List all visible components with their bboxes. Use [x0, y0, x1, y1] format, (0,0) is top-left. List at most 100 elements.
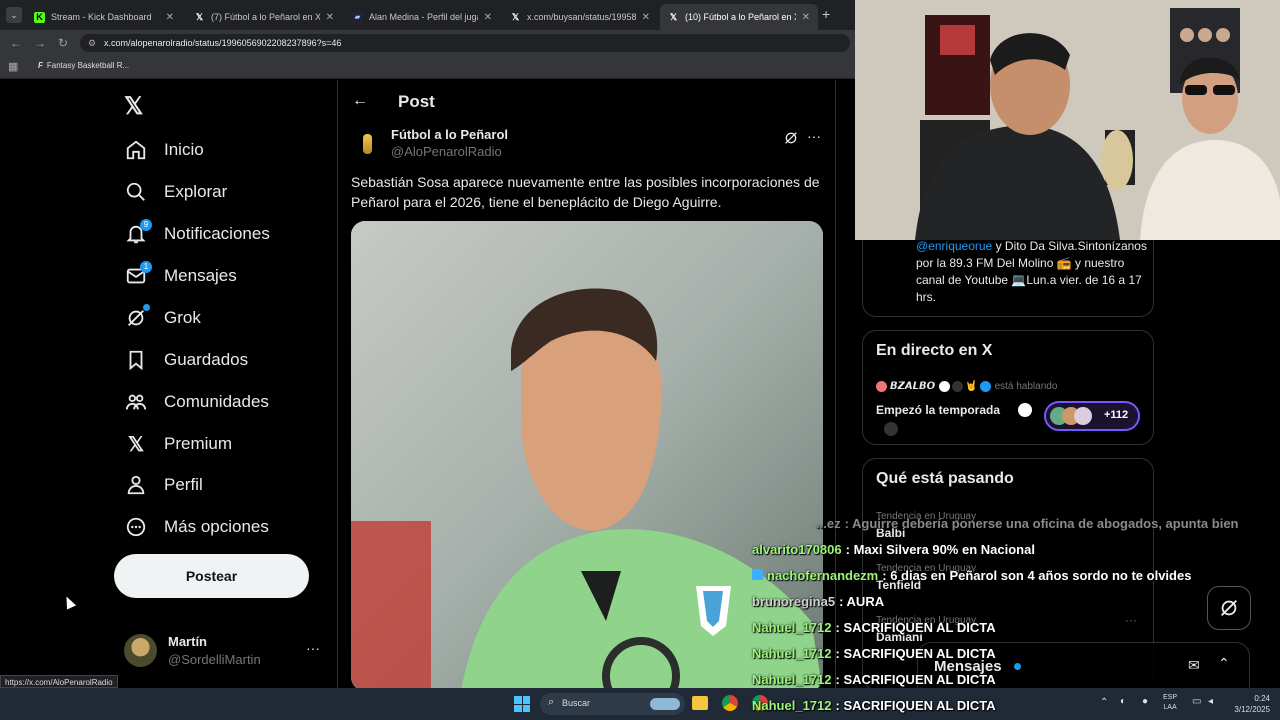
mail-icon: 1 — [124, 261, 152, 288]
close-tab-icon[interactable]: ✕ — [484, 12, 492, 23]
nav-item-premium[interactable]: 𝕏 Premium — [124, 429, 232, 459]
post-image[interactable] — [351, 221, 823, 688]
file-explorer-icon[interactable] — [692, 696, 708, 710]
bookmark-item[interactable]: F Fantasy Basketball R... — [38, 61, 129, 70]
more-icon[interactable]: ··· — [1125, 613, 1137, 627]
nav-item-explorar[interactable]: Explorar — [124, 177, 227, 207]
browser-tab[interactable]: ▰ Alan Medina - Perfil del jugado ✕ — [344, 4, 500, 30]
close-tab-icon[interactable]: ✕ — [166, 12, 174, 23]
account-switcher[interactable]: Martín @SordelliMartin ··· — [124, 632, 324, 672]
chat-message: Nahuel_1712: SACRIFIQUEN AL DICTA — [752, 672, 996, 687]
address-bar-row: ← → ↻ ⚙ x.com/alopenarolradio/status/199… — [0, 30, 855, 55]
listeners-pill[interactable]: +112 — [1044, 401, 1140, 431]
more-icon[interactable]: ··· — [807, 128, 821, 144]
space-title[interactable]: Empezó la temporada — [876, 403, 1000, 417]
link-status-bar: https://x.com/AloPenarolRadio — [0, 675, 118, 688]
post-button[interactable]: Postear — [114, 554, 309, 598]
streamer-webcam — [855, 0, 1280, 240]
language-indicator[interactable]: ESP LAA — [1163, 693, 1177, 713]
home-icon — [124, 138, 148, 162]
browser-tab[interactable]: K Stream - Kick Dashboard ✕ — [26, 4, 182, 30]
windows-logo-tile — [514, 696, 522, 704]
windows-logo-tile — [522, 704, 530, 712]
chat-username: Nahuel_1712 — [752, 646, 832, 661]
nav-item-guardados[interactable]: Guardados — [124, 345, 248, 375]
browser-tab[interactable]: 𝕏 (7) Fútbol a lo Peñarol en X: "Al ✕ — [186, 4, 342, 30]
clock[interactable]: 0:24 3/12/2025 — [1228, 693, 1270, 715]
chat-message: brunoregina5: AURA — [752, 594, 884, 609]
post-author-row: Fútbol a lo Peñarol @AloPenarolRadio ··· — [351, 126, 831, 162]
apps-icon[interactable]: ▦ — [8, 60, 18, 73]
reload-icon[interactable]: ↻ — [58, 36, 68, 50]
author-name[interactable]: Fútbol a lo Peñarol — [391, 127, 508, 142]
search-highlight-icon — [650, 698, 680, 710]
url-field[interactable]: ⚙ x.com/alopenarolradio/status/199605690… — [80, 34, 850, 52]
mouse-cursor-icon — [61, 594, 77, 610]
more-circle-icon — [124, 515, 148, 539]
x-logo-icon[interactable]: 𝕏 — [124, 92, 143, 121]
white-circle-icon — [939, 381, 951, 392]
host-avatar — [876, 381, 887, 392]
chat-badge-icon — [752, 569, 763, 580]
nav-item-grok[interactable]: Grok — [124, 303, 201, 333]
chat-message: Nahuel_1712: SACRIFIQUEN AL DICTA — [752, 620, 996, 635]
search-icon: ⌕ — [548, 696, 555, 708]
chrome-icon[interactable] — [722, 695, 738, 711]
communities-icon — [124, 390, 148, 414]
x-icon: 𝕏 — [511, 11, 520, 22]
back-icon[interactable]: ← — [10, 36, 22, 50]
start-button[interactable] — [514, 696, 530, 712]
browser-tab-active[interactable]: 𝕏 (10) Fútbol a lo Peñarol en X: "S ✕ — [660, 4, 818, 30]
site-info-icon[interactable]: ⚙ — [88, 34, 96, 52]
chat-text: : Aguirre debería ponerse una oficina de… — [844, 516, 1239, 531]
tab-list-button[interactable]: ⌄ — [6, 7, 22, 23]
more-icon[interactable]: ··· — [306, 640, 320, 656]
author-avatar[interactable] — [351, 128, 383, 160]
live-spaces-card: En directo en X 𝘽𝙕𝘼𝙇𝘽𝙊 🤘 está hablando E… — [862, 330, 1154, 445]
nav-item-inicio[interactable]: Inicio — [124, 135, 204, 165]
avatar — [124, 634, 157, 667]
tray-overflow-icon[interactable]: ⌃ — [1100, 697, 1108, 708]
nav-item-comunidades[interactable]: Comunidades — [124, 387, 269, 417]
notification-badge: 9 — [140, 219, 152, 231]
display-icon[interactable]: ▭ — [1192, 696, 1201, 707]
x-logo-icon: 𝕏 — [127, 433, 145, 456]
volume-icon[interactable]: ◂ — [1208, 696, 1213, 707]
player-photo — [351, 221, 823, 688]
author-handle[interactable]: @AloPenarolRadio — [391, 144, 502, 159]
x-icon: 𝕏 — [195, 11, 204, 22]
chat-message: alvarito170806: Maxi Silvera 90% en Naci… — [752, 542, 1035, 557]
grok-float-button[interactable] — [1207, 586, 1251, 630]
microphone-logo-icon — [362, 134, 372, 154]
nav-item-mas-opciones[interactable]: Más opciones — [124, 512, 269, 542]
chat-text: : AURA — [839, 594, 885, 609]
nav-item-mensajes[interactable]: 1 Mensajes — [124, 261, 237, 291]
close-tab-icon[interactable]: ✕ — [642, 12, 650, 23]
network-icon[interactable]: ◐ — [1120, 696, 1126, 707]
microphone-icon[interactable]: ● — [1142, 696, 1148, 707]
browser-tab[interactable]: 𝕏 x.com/buysan/status/19958169 ✕ — [502, 4, 658, 30]
fantasy-icon: F — [38, 61, 43, 70]
bell-icon: 9 — [124, 219, 152, 246]
bio-mention[interactable]: @enriqueorue — [916, 239, 992, 253]
forward-icon[interactable]: → — [34, 36, 46, 50]
back-arrow-icon[interactable]: ← — [352, 92, 368, 110]
profile-icon: ▰ — [352, 11, 363, 23]
nav-item-perfil[interactable]: Perfil — [124, 470, 203, 500]
grok-icon[interactable] — [783, 130, 799, 151]
chat-text: : SACRIFIQUEN AL DICTA — [835, 620, 996, 635]
close-tab-icon[interactable]: ✕ — [802, 12, 810, 23]
listener-avatar — [1074, 407, 1092, 425]
taskbar-search[interactable]: ⌕ Buscar — [540, 693, 685, 715]
nav-item-notificaciones[interactable]: 9 Notificaciones — [124, 219, 270, 249]
chat-text: : SACRIFIQUEN AL DICTA — [835, 698, 996, 713]
chat-username: Nahuel_1712 — [752, 698, 832, 713]
host-name[interactable]: 𝘽𝙕𝘼𝙇𝘽𝙊 — [890, 381, 935, 392]
new-tab-button[interactable]: + — [822, 6, 830, 22]
close-tab-icon[interactable]: ✕ — [326, 12, 334, 23]
verified-icon — [979, 381, 991, 392]
expand-icon[interactable]: ⌃ — [1218, 655, 1230, 672]
new-message-icon[interactable]: ✉ — [1188, 657, 1200, 674]
live-title: En directo en X — [876, 342, 993, 359]
post-text: Sebastián Sosa aparece nuevamente entre … — [351, 174, 820, 210]
